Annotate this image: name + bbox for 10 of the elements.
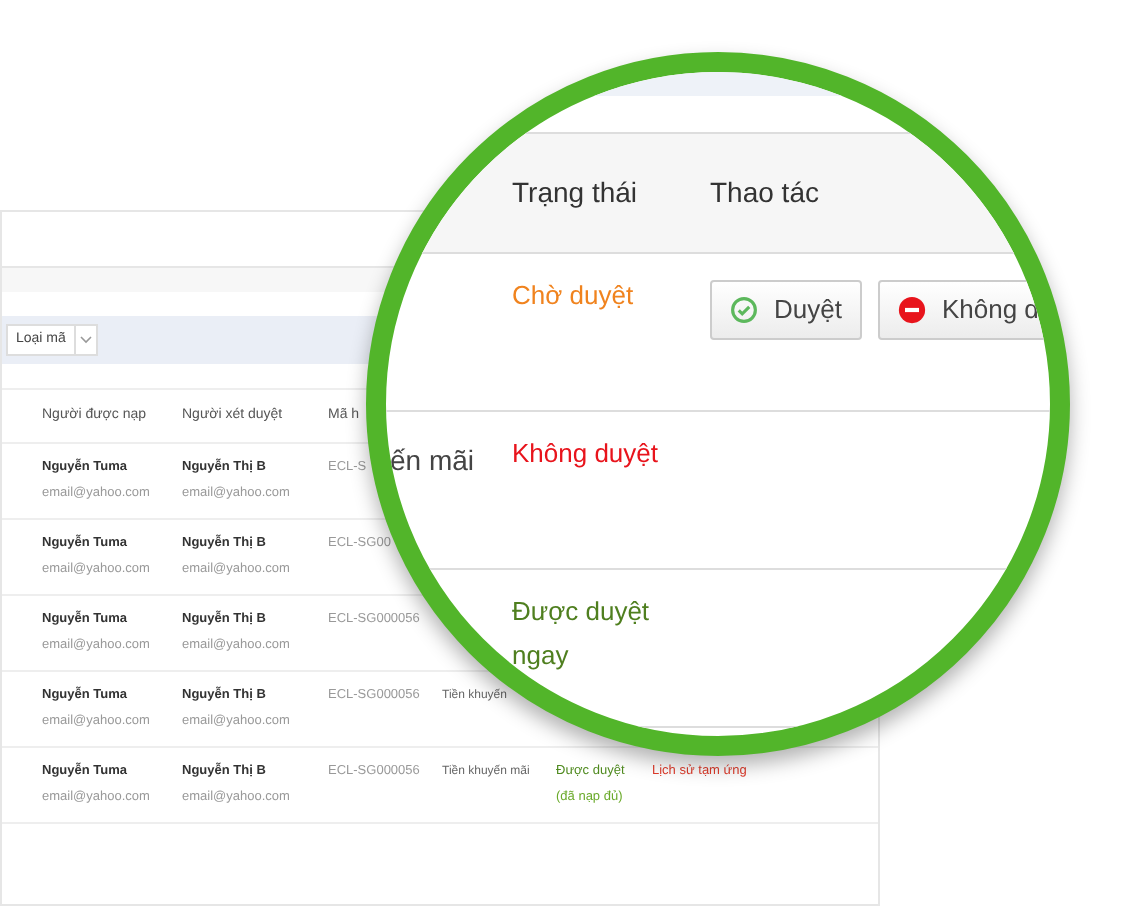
no-entry-icon bbox=[897, 296, 926, 324]
type-cell: ến mãi bbox=[390, 444, 475, 476]
status-text: Chờ duyệt bbox=[512, 278, 636, 314]
check-circle-icon bbox=[730, 296, 758, 324]
approve-button[interactable]: Duyệt bbox=[710, 280, 862, 340]
status-text: Được duyệt ngay bbox=[512, 594, 652, 674]
column-header: Trạng thái bbox=[512, 174, 640, 212]
chevron-down-icon bbox=[79, 336, 92, 344]
column-header: Thao tác bbox=[710, 174, 821, 212]
status-text: Không duyệt bbox=[512, 436, 661, 472]
